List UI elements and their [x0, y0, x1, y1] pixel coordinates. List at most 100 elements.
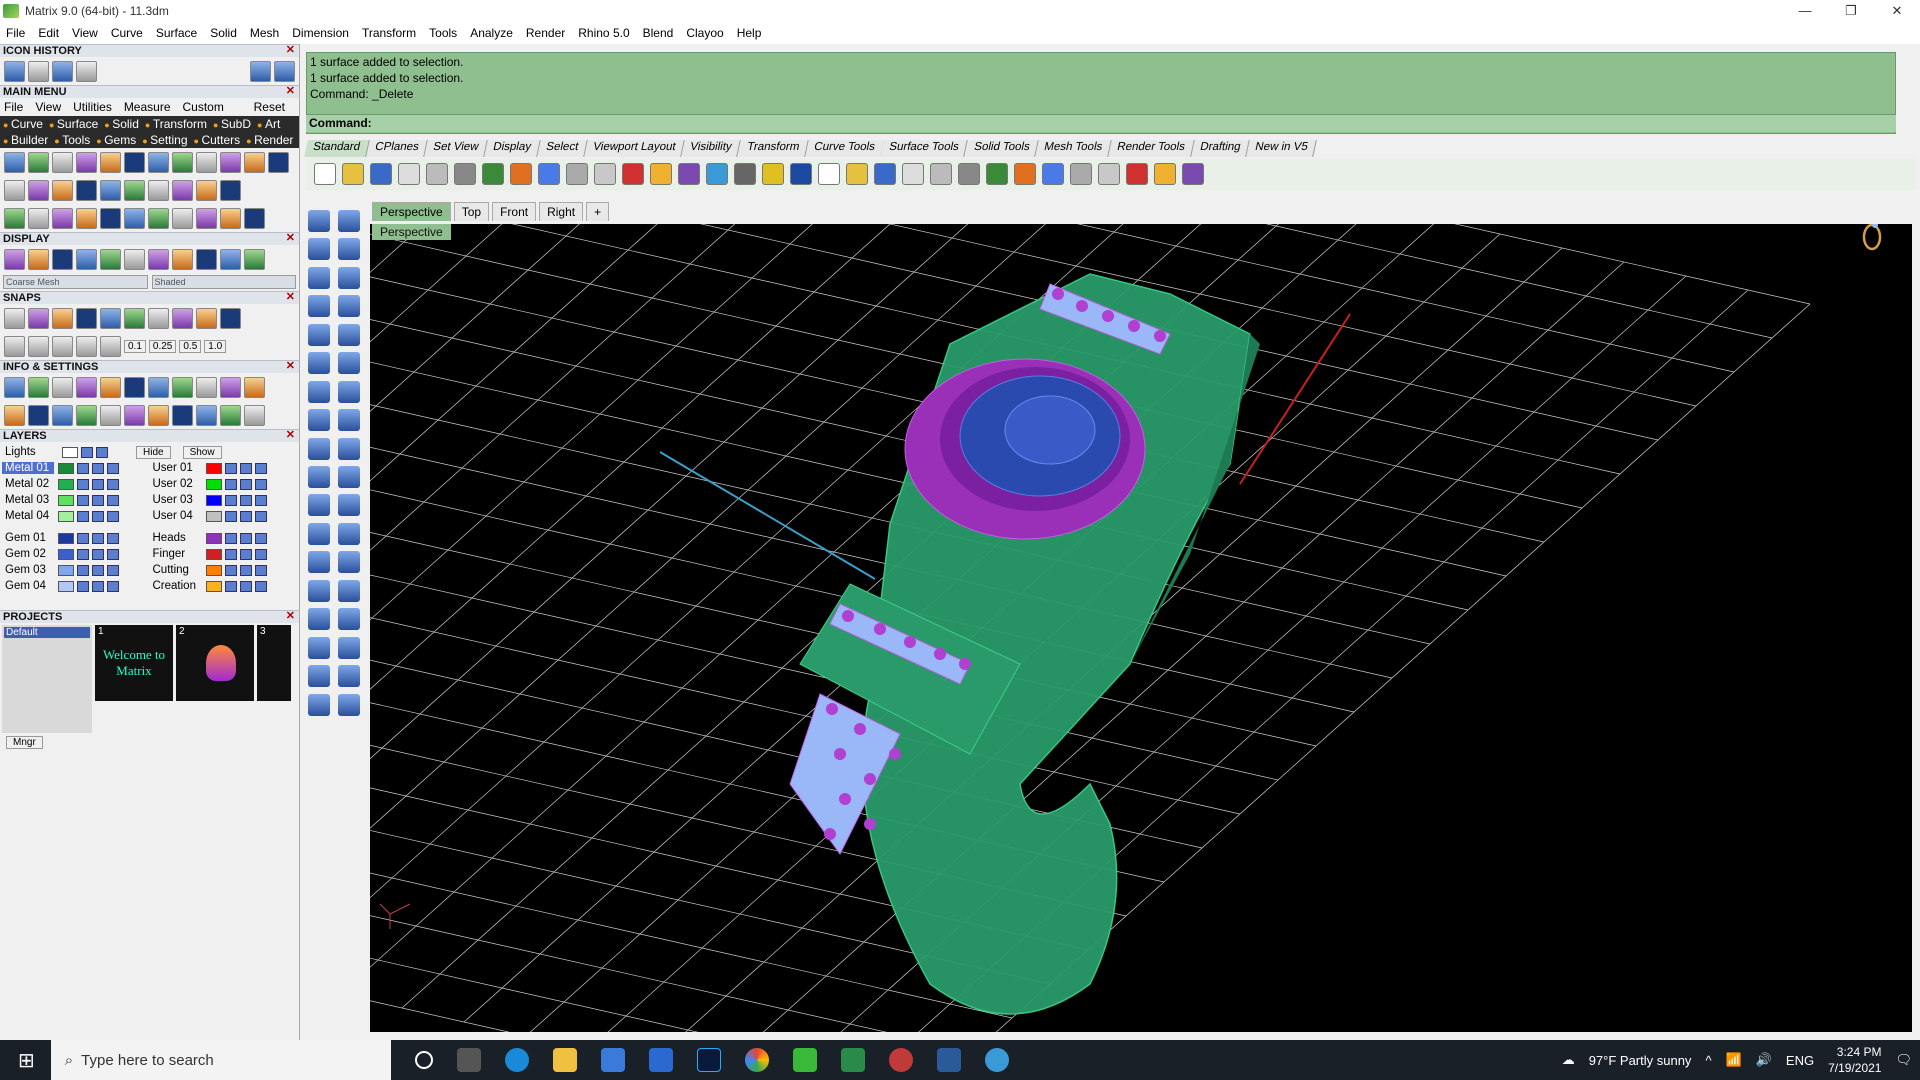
tool-icon[interactable]: [172, 179, 193, 201]
tool-icon[interactable]: [124, 151, 145, 173]
layer-toggle[interactable]: [239, 494, 252, 506]
toolbar-tool-icon[interactable]: [342, 163, 364, 185]
tray-chevron-icon[interactable]: ^: [1705, 1053, 1711, 1068]
layer-name[interactable]: Cutting: [150, 564, 202, 576]
layer-toggle[interactable]: [107, 548, 119, 560]
tab-curve-tools[interactable]: Curve Tools: [804, 140, 884, 157]
draw-tool-icon[interactable]: [308, 295, 330, 318]
layer-toggle[interactable]: [239, 510, 252, 522]
project-list[interactable]: Default: [2, 625, 92, 733]
menu-analyze[interactable]: Analyze: [470, 26, 513, 40]
toolbar-tool-icon[interactable]: [622, 163, 644, 185]
draw-tool-icon[interactable]: [308, 352, 330, 375]
category-transform[interactable]: Transform: [145, 117, 207, 131]
layer-toggle[interactable]: [107, 532, 119, 544]
tool-icon[interactable]: [28, 404, 49, 426]
tool-icon[interactable]: [124, 376, 145, 398]
draw-tool-icon[interactable]: [338, 636, 360, 659]
category-tools[interactable]: Tools: [54, 133, 90, 147]
tool-icon[interactable]: [100, 179, 121, 201]
layer-toggle[interactable]: [107, 580, 119, 592]
toolbar-tool-icon[interactable]: [958, 163, 980, 185]
viewport-tab-front[interactable]: Front: [492, 202, 537, 221]
close-icon[interactable]: ✕: [286, 291, 295, 303]
layer-toggle[interactable]: [254, 580, 267, 592]
close-icon[interactable]: ✕: [286, 44, 295, 56]
layer-name[interactable]: Heads: [150, 532, 202, 544]
layer-color-swatch[interactable]: [205, 494, 222, 506]
tool-icon[interactable]: [28, 179, 49, 201]
tool-icon[interactable]: [100, 248, 121, 270]
layer-color-swatch[interactable]: [205, 478, 222, 490]
layer-color-swatch[interactable]: [58, 548, 74, 560]
project-thumbnail[interactable]: 1 Welcome to Matrix: [95, 625, 173, 701]
tool-icon[interactable]: [4, 404, 25, 426]
close-icon[interactable]: ✕: [286, 610, 295, 622]
category-surface[interactable]: Surface: [49, 117, 98, 131]
tool-icon[interactable]: [244, 207, 265, 229]
layer-toggle[interactable]: [239, 580, 252, 592]
tool-icon[interactable]: [100, 404, 121, 426]
viewport-tab-top[interactable]: Top: [453, 202, 490, 221]
tool-icon[interactable]: [76, 207, 97, 229]
matrix-icon[interactable]: [840, 1048, 865, 1072]
category-curve[interactable]: Curve: [3, 117, 43, 131]
layer-color-swatch[interactable]: [205, 462, 222, 474]
menu-render[interactable]: Render: [526, 26, 565, 40]
close-icon[interactable]: ✕: [286, 360, 295, 372]
shading-mode-select[interactable]: Shaded: [151, 275, 296, 289]
layer-row[interactable]: Metal 03: [2, 492, 150, 508]
toolbar-tool-icon[interactable]: [454, 163, 476, 185]
chrome-icon[interactable]: [744, 1048, 769, 1072]
layer-toggle[interactable]: [92, 564, 104, 576]
layer-row[interactable]: Gem 04: [2, 578, 150, 594]
draw-tool-icon[interactable]: [338, 465, 360, 488]
photos-icon[interactable]: [936, 1048, 961, 1072]
manager-button[interactable]: Mngr: [6, 736, 43, 749]
menu-file[interactable]: File: [6, 26, 25, 40]
tool-icon[interactable]: [172, 376, 193, 398]
menu-help[interactable]: Help: [737, 26, 762, 40]
draw-tool-icon[interactable]: [308, 409, 330, 432]
tab-transform[interactable]: Transform: [737, 140, 809, 157]
tool-icon[interactable]: [76, 151, 97, 173]
taskbar-search-input[interactable]: ⌕ Type here to search: [50, 1040, 391, 1080]
tool-icon[interactable]: [28, 376, 49, 398]
main-menu-reset[interactable]: Reset: [254, 100, 285, 114]
layer-toggle[interactable]: [239, 478, 252, 490]
layer-name[interactable]: User 01: [150, 462, 202, 474]
toolbar-tool-icon[interactable]: [734, 163, 756, 185]
tool-icon[interactable]: [244, 376, 265, 398]
tool-icon[interactable]: [220, 179, 241, 201]
layer-toggle[interactable]: [92, 580, 104, 592]
tool-icon[interactable]: [148, 179, 169, 201]
draw-tool-icon[interactable]: [308, 437, 330, 460]
layer-toggle[interactable]: [77, 564, 89, 576]
layer-toggle[interactable]: [81, 446, 93, 458]
category-art[interactable]: Art: [257, 117, 280, 131]
toolbar-tool-icon[interactable]: [762, 163, 784, 185]
draw-tool-icon[interactable]: [338, 352, 360, 375]
history-tool-icon[interactable]: [4, 60, 25, 82]
hide-button[interactable]: Hide: [136, 445, 171, 459]
menu-surface[interactable]: Surface: [156, 26, 197, 40]
snap-value[interactable]: 0.1: [124, 339, 146, 353]
tool-icon[interactable]: [220, 248, 241, 270]
category-builder[interactable]: Builder: [3, 133, 48, 147]
toolbar-tool-icon[interactable]: [594, 163, 616, 185]
tool-icon[interactable]: [220, 404, 241, 426]
tool-icon[interactable]: [124, 404, 145, 426]
layer-toggle[interactable]: [254, 548, 267, 560]
menu-tools[interactable]: Tools: [429, 26, 457, 40]
toolbar-tool-icon[interactable]: [846, 163, 868, 185]
toolbar-tool-icon[interactable]: [874, 163, 896, 185]
snap-icon[interactable]: [76, 335, 97, 357]
layer-toggle[interactable]: [77, 580, 89, 592]
tool-icon[interactable]: [220, 307, 241, 329]
layer-toggle[interactable]: [107, 564, 119, 576]
tab-solid-tools[interactable]: Solid Tools: [964, 140, 1039, 157]
toolbar-tool-icon[interactable]: [986, 163, 1008, 185]
tool-icon[interactable]: [268, 151, 289, 173]
layer-name[interactable]: Creation: [150, 580, 202, 592]
toolbar-tool-icon[interactable]: [314, 163, 336, 185]
